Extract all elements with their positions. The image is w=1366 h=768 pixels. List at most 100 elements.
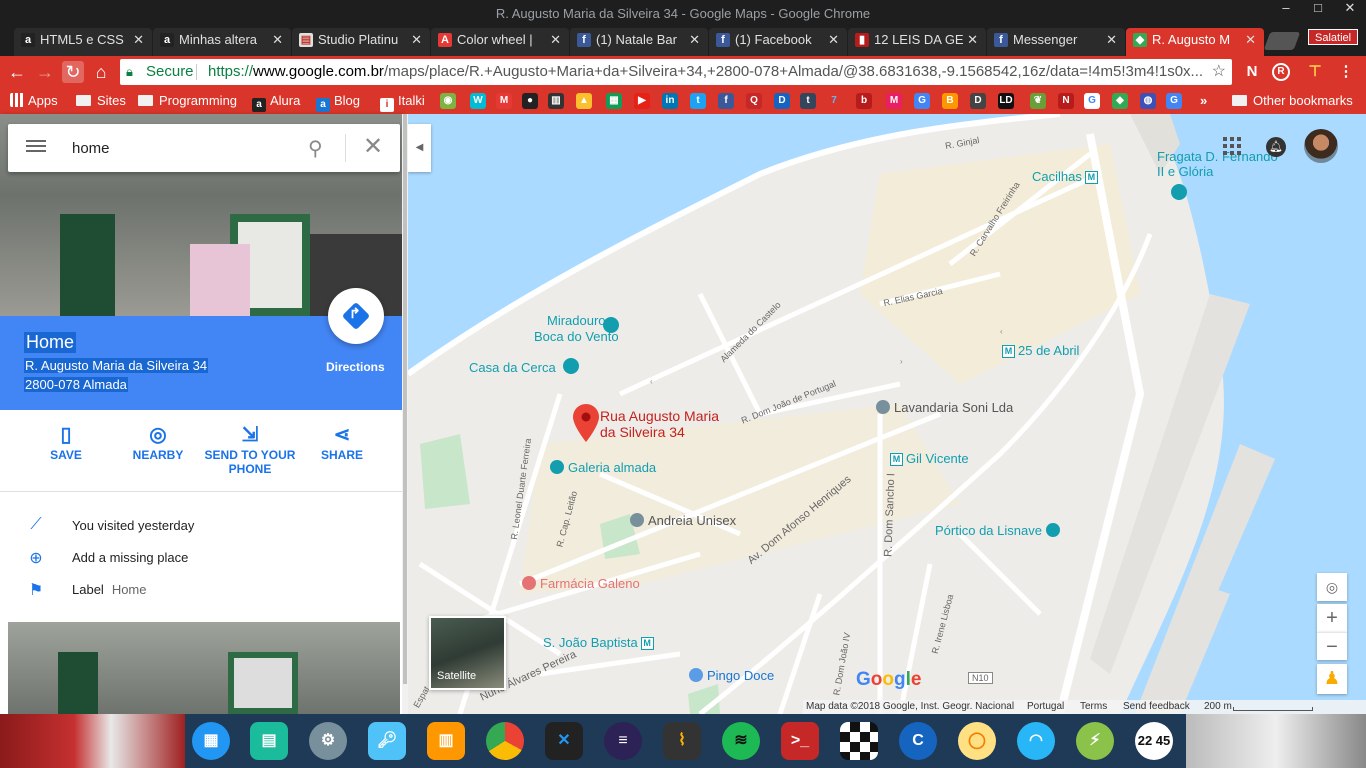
send-to-phone-button[interactable]: ⇲ SEND TO YOUR PHONE: [204, 422, 296, 476]
close-tab-icon[interactable]: ✕: [1245, 28, 1256, 52]
scrollbar-thumb[interactable]: [403, 114, 407, 684]
hamburger-menu-icon[interactable]: [26, 137, 46, 157]
facebook-icon[interactable]: f: [718, 93, 734, 109]
close-tab-icon[interactable]: ✕: [967, 28, 978, 52]
d-icon[interactable]: D: [774, 93, 790, 109]
ld-icon[interactable]: LD: [998, 93, 1014, 109]
zoom-in-button[interactable]: +: [1317, 604, 1347, 632]
settings-icon[interactable]: ⚙: [309, 722, 347, 760]
place-fragata[interactable]: Fragata D. Fernando II e Glória: [1157, 149, 1278, 179]
extension-tool-icon[interactable]: ⊤: [1305, 62, 1325, 82]
spotify-icon[interactable]: ≋: [722, 722, 760, 760]
archive-icon[interactable]: 🔑︎: [368, 722, 406, 760]
eclipse-icon[interactable]: ≡: [604, 722, 642, 760]
youtube-icon[interactable]: ▶: [634, 93, 650, 109]
bookmark-italki[interactable]: i Italki: [380, 92, 425, 112]
gmail-icon[interactable]: M: [496, 93, 512, 109]
bookmark-other[interactable]: Other bookmarks: [1232, 92, 1353, 110]
google-translate-icon[interactable]: G: [1166, 93, 1182, 109]
more-bookmarks-icon[interactable]: »: [1200, 92, 1207, 110]
leaf-icon[interactable]: ❦: [1030, 93, 1046, 109]
tab-google-maps[interactable]: ◆ R. Augusto M ✕: [1126, 28, 1264, 56]
file-manager-icon[interactable]: ▤: [250, 722, 288, 760]
maximize-button[interactable]: □: [1302, 0, 1334, 26]
pegman-icon[interactable]: ♟: [1317, 664, 1347, 694]
close-tab-icon[interactable]: ✕: [411, 28, 422, 52]
github-icon[interactable]: ●: [522, 93, 538, 109]
home-icon[interactable]: ⌂: [90, 61, 112, 83]
power-icon[interactable]: ⚡︎: [1076, 722, 1114, 760]
bookmark-apps[interactable]: Apps: [10, 92, 58, 110]
close-window-button[interactable]: ✕: [1334, 0, 1366, 26]
sheets-icon[interactable]: ▦: [606, 93, 622, 109]
profile-button[interactable]: Salatiel: [1308, 29, 1359, 45]
tab-color-wheel[interactable]: A Color wheel | ✕: [431, 28, 569, 56]
extension-n-icon[interactable]: N: [1242, 62, 1262, 82]
museum-marker-icon[interactable]: [563, 358, 579, 374]
bookmark-sites[interactable]: Sites: [76, 92, 126, 110]
tab-12-leis[interactable]: ▮ 12 LEIS DA GE ✕: [848, 28, 986, 56]
c-app-icon[interactable]: C: [899, 722, 937, 760]
send-feedback-link[interactable]: Send feedback: [1123, 700, 1190, 714]
d-dark-icon[interactable]: D: [970, 93, 986, 109]
close-tab-icon[interactable]: ✕: [689, 28, 700, 52]
place-cacilhas[interactable]: Cacilhas M: [1032, 169, 1098, 184]
panel-scrollbar[interactable]: [402, 114, 408, 714]
close-tab-icon[interactable]: ✕: [1106, 28, 1117, 52]
nearby-button[interactable]: ◎ NEARBY: [112, 422, 204, 462]
scale-label[interactable]: 200 m: [1204, 700, 1232, 714]
chess-icon[interactable]: [840, 722, 878, 760]
address-bar[interactable]: 🔒︎ Secure https://www.google.com.br/maps…: [120, 59, 1232, 85]
visited-row[interactable]: ⟋ You visited yesterday: [0, 510, 402, 542]
quora-icon[interactable]: Q: [746, 93, 762, 109]
android-icon[interactable]: ◉: [440, 93, 456, 109]
google-icon[interactable]: G: [1084, 93, 1100, 109]
close-tab-icon[interactable]: ✕: [828, 28, 839, 52]
museum-marker-icon[interactable]: [1171, 184, 1187, 200]
tab-messenger[interactable]: f Messenger ✕: [987, 28, 1125, 56]
place-portico[interactable]: Pórtico da Lisnave: [935, 523, 1060, 538]
circle-app-icon[interactable]: ◯: [958, 722, 996, 760]
clear-search-icon[interactable]: ✕: [363, 133, 383, 161]
google-apps-icon[interactable]: [1223, 137, 1241, 155]
place-25-de-abril[interactable]: M 25 de Abril: [1002, 343, 1079, 358]
store-icon[interactable]: ▥: [427, 722, 465, 760]
street-view-photo[interactable]: [8, 622, 400, 714]
zoom-out-button[interactable]: −: [1317, 632, 1347, 660]
place-casa-da-cerca[interactable]: Casa da Cerca: [469, 360, 556, 375]
search-icon[interactable]: ⚲: [308, 136, 330, 160]
minimize-button[interactable]: –: [1270, 0, 1302, 26]
chrome-icon[interactable]: [486, 722, 524, 760]
bookmark-blog[interactable]: a Blog: [316, 92, 360, 112]
url-text[interactable]: https://www.google.com.br/maps/place/R.+…: [208, 59, 1208, 85]
tab-studio[interactable]: ▤ Studio Platinu ✕: [292, 28, 430, 56]
forward-arrow-icon[interactable]: →: [34, 61, 56, 83]
extension-r-icon[interactable]: R: [1272, 63, 1290, 81]
place-galeria-almada[interactable]: Galeria almada: [550, 460, 656, 475]
terms-link[interactable]: Terms: [1080, 700, 1107, 714]
location-pin-icon[interactable]: [573, 404, 599, 442]
avatar[interactable]: [1304, 129, 1338, 163]
chrome-menu-icon[interactable]: ⋮: [1336, 62, 1356, 82]
vscode-icon[interactable]: ✕: [545, 722, 583, 760]
place-lavandaria[interactable]: Lavandaria Soni Lda: [876, 400, 1013, 415]
country-link[interactable]: Portugal: [1027, 700, 1064, 714]
save-button[interactable]: ▯ SAVE: [20, 422, 112, 462]
place-farmacia[interactable]: Farmácia Galeno: [522, 576, 640, 591]
tab-facebook[interactable]: f (1) Facebook ✕: [709, 28, 847, 56]
new-tab-button[interactable]: [1263, 32, 1301, 50]
b9-icon[interactable]: B: [942, 93, 958, 109]
label-row[interactable]: ⚑ Label Home: [0, 574, 402, 606]
maps-icon[interactable]: ◆: [1112, 93, 1128, 109]
my-location-icon[interactable]: ◎: [1317, 573, 1347, 601]
place-sao-joao-baptista[interactable]: S. João Baptista M: [543, 635, 654, 650]
bookmark-star-icon[interactable]: ☆: [1212, 59, 1226, 85]
launcher-icon[interactable]: ▦: [192, 722, 230, 760]
search-input[interactable]: [70, 134, 290, 162]
tab-html5[interactable]: a HTML5 e CSS ✕: [14, 28, 152, 56]
satellite-toggle[interactable]: Satellite: [429, 616, 506, 690]
translate-icon[interactable]: G: [914, 93, 930, 109]
place-andreia-unisex[interactable]: Andreia Unisex: [630, 513, 736, 528]
twitter-icon[interactable]: t: [690, 93, 706, 109]
place-gil-vicente[interactable]: M Gil Vicente: [890, 451, 969, 466]
